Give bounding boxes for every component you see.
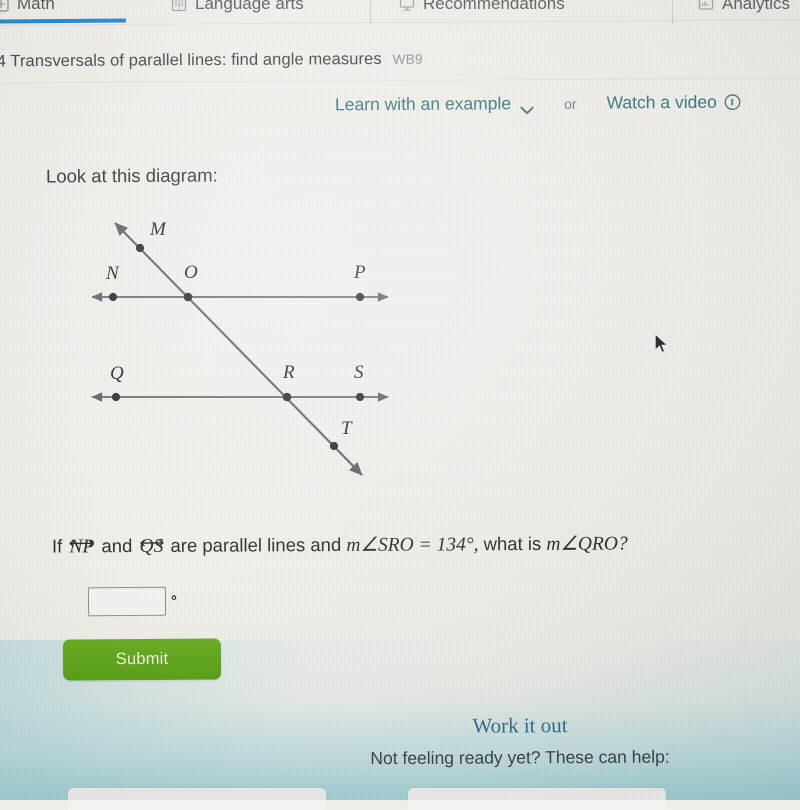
label-R: R	[282, 362, 295, 383]
double-arrow-overbar-icon	[66, 530, 97, 547]
help-resource-card-2[interactable]	[408, 788, 666, 810]
submit-button[interactable]: Submit	[62, 638, 222, 681]
label-P: P	[353, 262, 366, 283]
degree-symbol: °	[170, 592, 178, 610]
geometry-diagram: M N O P Q R S T	[60, 205, 420, 495]
point-R	[282, 392, 292, 402]
line-MT	[114, 222, 363, 476]
question-and-1: and	[101, 535, 133, 557]
label-O: O	[184, 262, 198, 283]
point-Q	[111, 392, 121, 402]
label-S: S	[354, 362, 364, 383]
label-N: N	[105, 263, 120, 284]
question-ask: what is	[483, 532, 542, 555]
screen-photo: Math Language arts Recommendations Analy…	[0, 0, 800, 810]
line-notation-NP: NP	[67, 535, 96, 558]
point-T	[329, 441, 339, 451]
label-Q: Q	[110, 363, 124, 384]
point-M	[135, 243, 145, 253]
point-S	[355, 392, 365, 402]
given-angle-expression: m∠SRO = 134°,	[346, 534, 479, 556]
label-M: M	[149, 219, 167, 240]
work-it-out-subtitle: Not feeling ready yet? These can help:	[370, 746, 670, 769]
help-resource-card-1[interactable]	[68, 788, 326, 810]
point-O	[183, 292, 193, 302]
question-body: Look at this diagram: M N O P Q R S T If…	[0, 0, 800, 800]
asked-angle-expression: m∠QRO?	[546, 533, 628, 555]
label-T: T	[341, 418, 353, 439]
point-P	[355, 292, 365, 302]
question-middle: are parallel lines and	[170, 533, 342, 556]
answer-row: °	[87, 586, 178, 617]
arrow-cursor	[654, 332, 670, 356]
answer-input[interactable]	[87, 586, 167, 617]
line-notation-QS: QS	[137, 535, 165, 558]
question-sentence: If NP and QS are parallel lines and m∠SR…	[52, 531, 628, 558]
point-N	[108, 292, 118, 302]
work-it-out-title: Work it out	[472, 713, 568, 738]
double-arrow-overbar-icon-2	[136, 530, 166, 547]
question-prefix: If	[51, 535, 63, 557]
prompt-text: Look at this diagram:	[45, 164, 218, 187]
